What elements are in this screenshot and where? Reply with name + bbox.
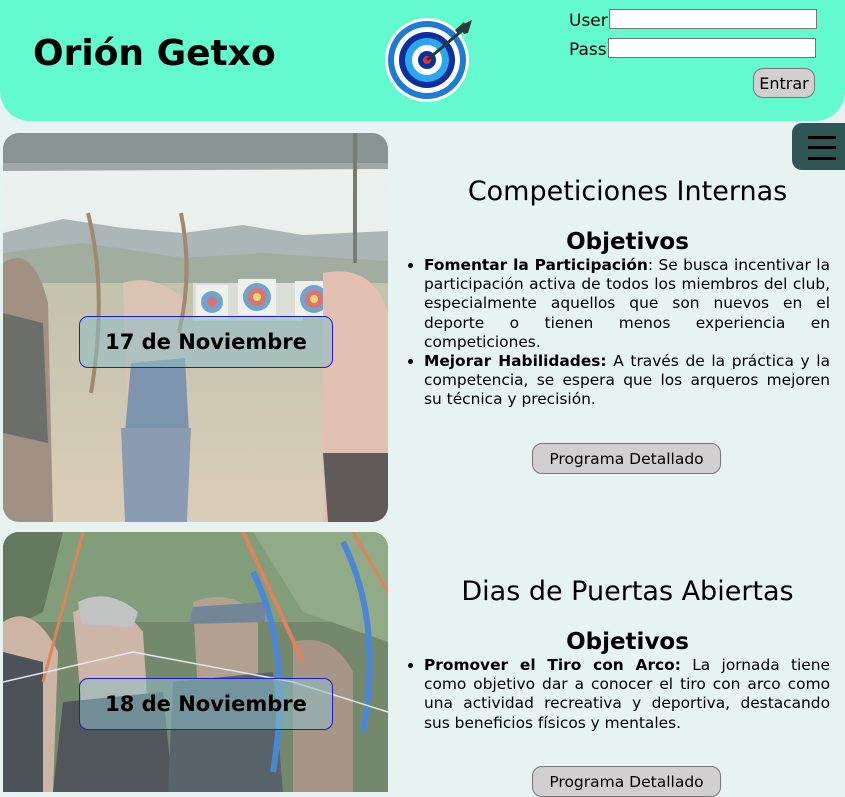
event-date-badge: 17 de Noviembre	[79, 316, 333, 368]
objectives-list: Promover el Tiro con Arco: La jornada ti…	[404, 656, 830, 733]
archers-aiming-photo	[3, 532, 388, 792]
event-title: Dias de Puertas Abiertas	[461, 576, 794, 607]
event-title: Competiciones Internas	[467, 176, 788, 207]
password-input[interactable]	[608, 38, 816, 58]
list-item: Promover el Tiro con Arco: La jornada ti…	[424, 656, 830, 733]
user-input[interactable]	[609, 9, 817, 29]
user-label: User	[569, 11, 608, 31]
detailed-program-button[interactable]: Programa Detallado	[532, 443, 721, 474]
pass-label: Pass	[569, 40, 607, 60]
objective-heading: Promover el Tiro con Arco:	[424, 656, 681, 674]
objectives-list: Fomentar la Participación: Se busca ince…	[404, 256, 830, 410]
list-item: Fomentar la Participación: Se busca ince…	[424, 256, 830, 352]
objectives-heading: Objetivos	[566, 629, 689, 655]
archery-target-icon	[385, 18, 472, 102]
event-date-badge: 18 de Noviembre	[79, 678, 333, 730]
list-item: Mejorar Habilidades: A través de la prác…	[424, 352, 830, 410]
objective-heading: Mejorar Habilidades:	[424, 352, 607, 371]
hamburger-menu-button[interactable]	[792, 123, 845, 170]
event-photo-2	[3, 532, 388, 792]
site-header: Orión Getxo User Pass Entrar	[0, 0, 845, 121]
site-title: Orión Getxo	[33, 33, 276, 74]
objective-heading: Fomentar la Participación	[424, 256, 648, 274]
login-button[interactable]: Entrar	[753, 68, 815, 98]
objectives-heading: Objetivos	[566, 229, 689, 255]
